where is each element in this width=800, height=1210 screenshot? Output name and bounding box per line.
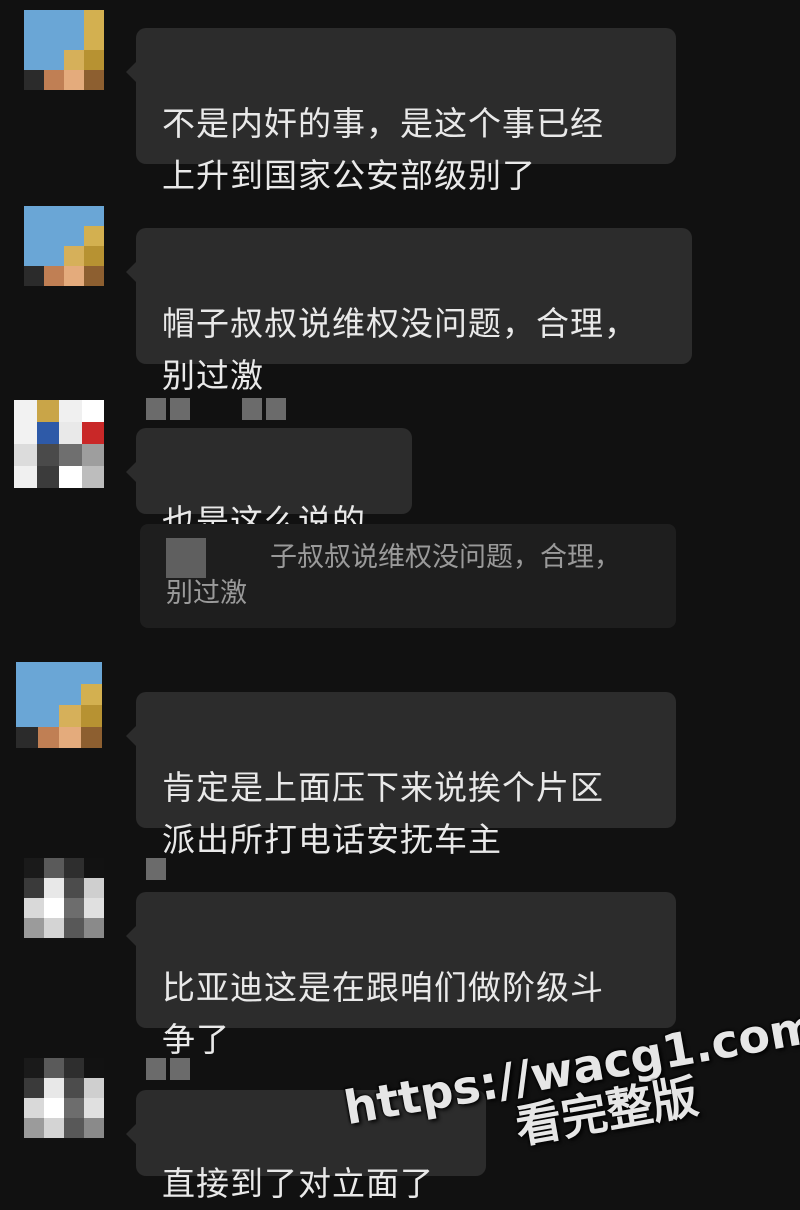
message-bubble: 不是内奸的事，是这个事已经 上升到国家公安部级别了: [126, 28, 676, 195]
message-bubble: 比亚迪这是在跟咱们做阶级斗 争了: [126, 892, 676, 1059]
message-text: 不是内奸的事，是这个事已经 上升到国家公安部级别了: [162, 104, 604, 195]
message-text: 肯定是上面压下来说挨个片区 派出所打电话安抚车主: [162, 768, 604, 859]
message-text: 帽子叔叔说维权没问题，合理， 别过激: [162, 304, 638, 395]
quoted-sender-blurred: [166, 538, 206, 578]
sender-name-blurred: [146, 398, 286, 420]
avatar[interactable]: [24, 206, 104, 286]
sender-name-blurred: [146, 858, 166, 880]
message-bubble: 也是这么说的: [126, 428, 412, 541]
message-bubble: 肯定是上面压下来说挨个片区 派出所打电话安抚车主: [126, 692, 676, 859]
avatar[interactable]: [24, 10, 104, 90]
quoted-reply[interactable]: 子叔叔说维权没问题，合理， 别过激: [140, 524, 676, 628]
message-text: 比亚迪这是在跟咱们做阶级斗 争了: [162, 968, 604, 1059]
avatar[interactable]: [24, 858, 104, 938]
avatar[interactable]: [24, 1058, 104, 1138]
sender-name-blurred: [146, 1058, 190, 1080]
message-text: 直接到了对立面了: [162, 1164, 434, 1203]
avatar[interactable]: [14, 400, 104, 488]
avatar[interactable]: [16, 662, 102, 748]
message-bubble: 帽子叔叔说维权没问题，合理， 别过激: [126, 228, 692, 395]
